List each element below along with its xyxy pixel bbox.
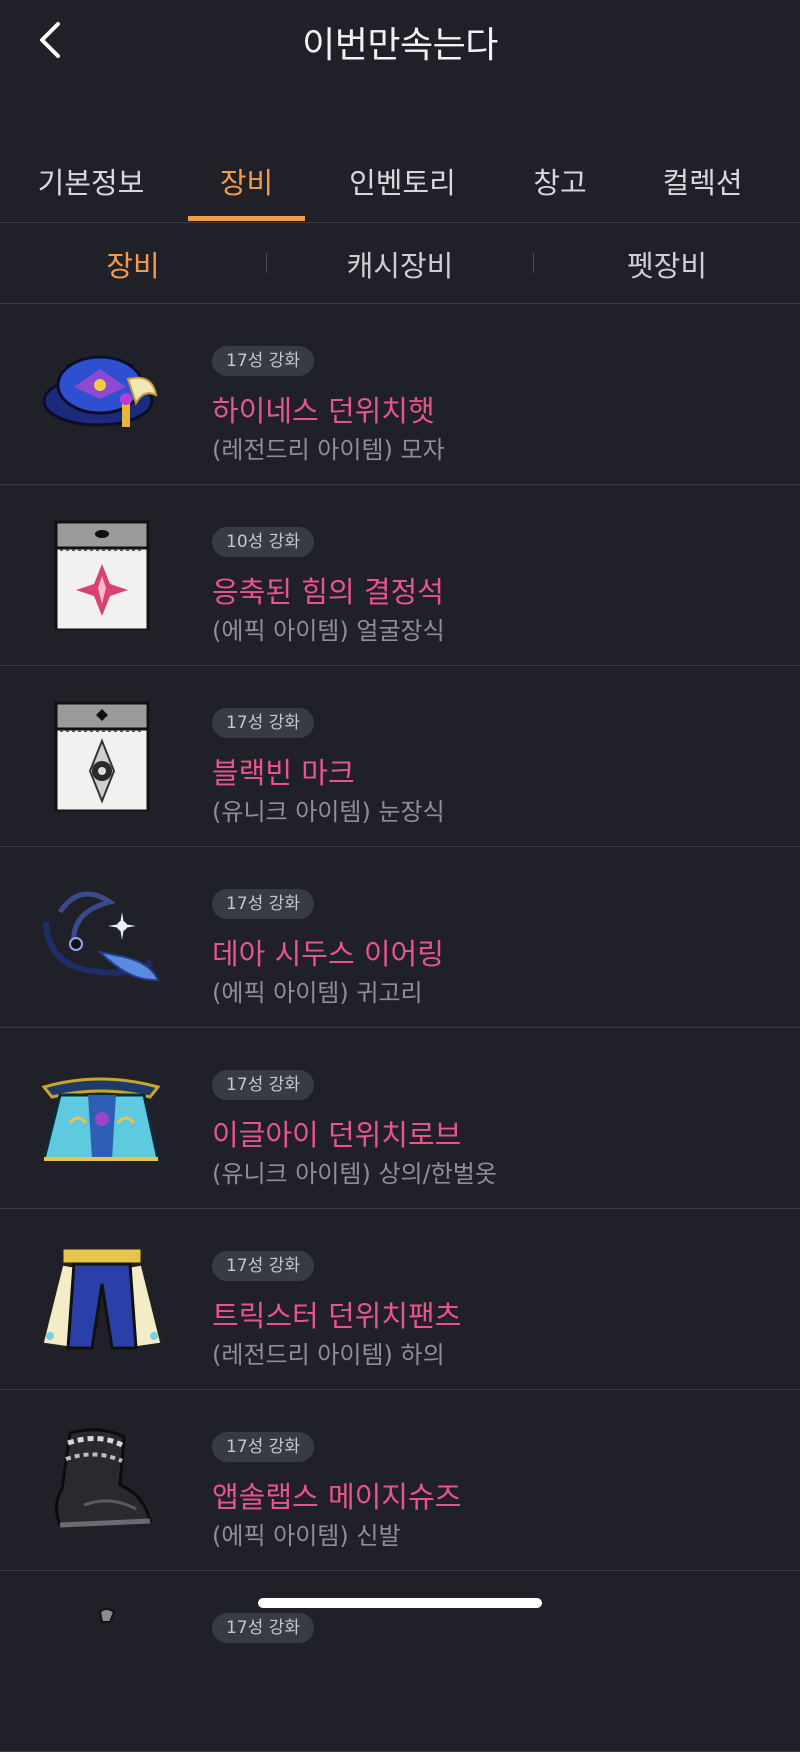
page-title: 이번만속는다 (302, 25, 498, 66)
app-header: 이번만속는다 (0, 0, 800, 80)
item-type: (에픽 아이템) 신발 (212, 1522, 401, 1550)
list-item[interactable]: 17성 강화 데아 시두스 이어링 (에픽 아이템) 귀고리 (0, 847, 800, 1028)
tab-storage[interactable]: 창고 (500, 160, 620, 222)
item-name: 앱솔랩스 메이지슈즈 (212, 1480, 462, 1514)
item-name: 하이네스 던위치햇 (212, 394, 435, 428)
active-tab-indicator (188, 216, 305, 221)
enhancement-badge: 17성 강화 (212, 1432, 314, 1462)
subtab-equipment[interactable]: 장비 (0, 243, 266, 285)
list-item[interactable]: 10성 강화 응축된 힘의 결정석 (에픽 아이템) 얼굴장식 (0, 485, 800, 666)
item-icon (40, 1606, 165, 1716)
item-type: (에픽 아이템) 귀고리 (212, 979, 423, 1007)
list-item[interactable]: 17성 강화 앱솔랩스 메이지슈즈 (에픽 아이템) 신발 (0, 1390, 800, 1571)
item-name: 응축된 힘의 결정석 (212, 575, 444, 609)
eye-accessory-icon (40, 701, 165, 813)
earring-icon (40, 882, 165, 992)
enhancement-badge: 17성 강화 (212, 889, 314, 919)
robe-icon (40, 1063, 165, 1173)
enhancement-badge: 17성 강화 (212, 1070, 314, 1100)
item-type: (유니크 아이템) 눈장식 (212, 798, 445, 826)
tab-equipment[interactable]: 장비 (188, 160, 305, 222)
list-item[interactable]: 17성 강화 하이네스 던위치햇 (레전드리 아이템) 모자 (0, 304, 800, 485)
item-name: 데아 시두스 이어링 (212, 937, 444, 971)
tab-inventory[interactable]: 인벤토리 (330, 160, 475, 222)
home-indicator[interactable] (258, 1598, 542, 1608)
item-type: (유니크 아이템) 상의/한벌옷 (212, 1160, 497, 1188)
item-name: 트릭스터 던위치팬츠 (212, 1299, 462, 1333)
sub-tab-bar: 장비 캐시장비 펫장비 (0, 223, 800, 304)
item-type: (에픽 아이템) 얼굴장식 (212, 617, 445, 645)
subtab-pet-equipment[interactable]: 펫장비 (534, 243, 800, 285)
enhancement-badge: 17성 강화 (212, 1251, 314, 1281)
tab-basic-info[interactable]: 기본정보 (22, 160, 160, 222)
main-tab-bar: 기본정보 장비 인벤토리 창고 컬렉션 (0, 150, 800, 223)
hat-icon (40, 339, 165, 449)
list-item[interactable]: 17성 강화 이글아이 던위치로브 (유니크 아이템) 상의/한벌옷 (0, 1028, 800, 1209)
subtab-cash-equipment[interactable]: 캐시장비 (267, 243, 533, 285)
item-name: 이글아이 던위치로브 (212, 1118, 462, 1152)
list-item[interactable]: 17성 강화 블랙빈 마크 (유니크 아이템) 눈장식 (0, 666, 800, 847)
pants-icon (40, 1244, 165, 1354)
enhancement-badge: 10성 강화 (212, 527, 314, 557)
tab-collection[interactable]: 컬렉션 (640, 160, 765, 222)
list-item[interactable]: 17성 강화 트릭스터 던위치팬츠 (레전드리 아이템) 하의 (0, 1209, 800, 1390)
item-name: 블랙빈 마크 (212, 756, 355, 790)
item-type: (레전드리 아이템) 하의 (212, 1341, 445, 1369)
enhancement-badge: 17성 강화 (212, 1613, 314, 1643)
item-type: (레전드리 아이템) 모자 (212, 436, 445, 464)
enhancement-badge: 17성 강화 (212, 708, 314, 738)
enhancement-badge: 17성 강화 (212, 346, 314, 376)
shoes-icon (40, 1425, 165, 1535)
equipment-list: 17성 강화 하이네스 던위치햇 (레전드리 아이템) 모자 10성 강화 응축… (0, 304, 800, 1752)
face-accessory-icon (40, 520, 165, 632)
